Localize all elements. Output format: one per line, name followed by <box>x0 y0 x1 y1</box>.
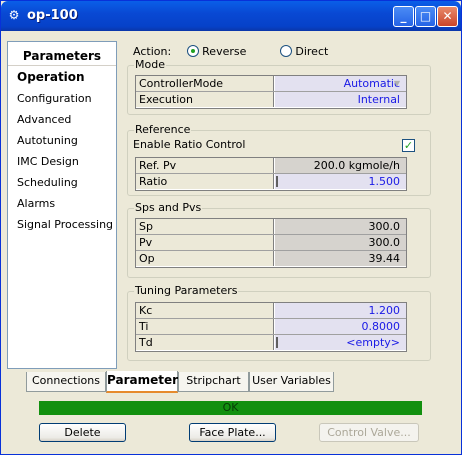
grid-row: Sp 300.0 <box>136 219 406 235</box>
sps-pvs-group: Sps and Pvs Sp 300.0 Pv 300.0 Op 39.44 <box>127 202 431 278</box>
status-bar: OK <box>39 401 422 415</box>
nav-item-imc-design[interactable]: IMC Design <box>17 153 79 171</box>
execution-value[interactable]: Internal <box>275 92 406 107</box>
ref-pv-label: Ref. Pv <box>136 158 274 173</box>
close-button[interactable]: ✕ <box>437 6 458 27</box>
radio-unchecked-icon[interactable] <box>279 45 292 57</box>
nav-item-advanced[interactable]: Advanced <box>17 111 71 129</box>
face-plate-button[interactable]: Face Plate... <box>189 423 276 442</box>
mode-grid: ControllerMode Automatic ▼ Execution Int… <box>135 75 407 109</box>
nav-item-signal-processing[interactable]: Signal Processing <box>17 216 113 234</box>
enable-ratio-label: Enable Ratio Control <box>133 138 246 151</box>
nav-item-operation[interactable]: Operation <box>17 68 85 86</box>
controller-mode-select[interactable]: Automatic ▼ <box>275 76 406 91</box>
title-bar[interactable]: ⚙ op-100 _ □ ✕ <box>1 1 461 31</box>
td-field[interactable]: <empty> <box>275 335 406 350</box>
sps-pvs-group-title: Sps and Pvs <box>134 201 203 214</box>
direct-label: Direct <box>295 45 329 58</box>
sp-label: Sp <box>136 219 274 234</box>
controller-mode-label: ControllerMode <box>136 76 274 91</box>
mode-group-title: Mode <box>134 58 166 71</box>
pv-label: Pv <box>136 235 274 250</box>
parameters-nav: Parameters Operation Configuration Advan… <box>7 41 117 369</box>
grid-row: Ti 0.8000 <box>136 319 406 335</box>
reverse-radio[interactable]: Reverse <box>186 45 250 58</box>
reference-group: Reference Enable Ratio Control ✓ Ref. Pv… <box>127 124 431 196</box>
ti-value[interactable]: 0.8000 <box>275 319 406 334</box>
ratio-label: Ratio <box>136 174 274 189</box>
op-label: Op <box>136 251 274 266</box>
maximize-button[interactable]: □ <box>415 6 436 27</box>
action-row: Action: Reverse Direct <box>133 45 328 59</box>
pv-value: 300.0 <box>275 235 406 250</box>
kc-value[interactable]: 1.200 <box>275 303 406 318</box>
tuning-grid: Kc 1.200 Ti 0.8000 Td <empty> <box>135 302 407 352</box>
direct-radio[interactable]: Direct <box>279 45 329 58</box>
edit-marker <box>276 337 278 348</box>
execution-label: Execution <box>136 92 274 107</box>
action-label: Action: <box>133 45 172 58</box>
tuning-group: Tuning Parameters Kc 1.200 Ti 0.8000 Td … <box>127 285 431 361</box>
ratio-value: 1.500 <box>368 175 401 188</box>
nav-item-autotuning[interactable]: Autotuning <box>17 132 78 150</box>
chevron-down-icon[interactable]: ▼ <box>391 77 403 90</box>
op-value: 39.44 <box>275 251 406 266</box>
kc-label: Kc <box>136 303 274 318</box>
tab-parameters[interactable]: Parameters <box>106 371 185 393</box>
reference-grid: Ref. Pv 200.0 kgmole/h Ratio 1.500 <box>135 157 407 191</box>
ratio-field[interactable]: 1.500 <box>275 174 406 189</box>
reference-group-title: Reference <box>134 123 192 136</box>
sps-grid: Sp 300.0 Pv 300.0 Op 39.44 <box>135 218 407 268</box>
grid-row: Execution Internal <box>136 92 406 108</box>
tab-stripchart[interactable]: Stripchart <box>178 372 249 392</box>
nav-item-scheduling[interactable]: Scheduling <box>17 174 78 192</box>
grid-row: Ref. Pv 200.0 kgmole/h <box>136 158 406 174</box>
reverse-label: Reverse <box>202 45 247 58</box>
window-title: op-100 <box>27 8 78 23</box>
ref-pv-value: 200.0 kgmole/h <box>275 158 406 173</box>
ti-label: Ti <box>136 319 274 334</box>
grid-row: Op 39.44 <box>136 251 406 267</box>
grid-row: ControllerMode Automatic ▼ <box>136 76 406 92</box>
property-window: ⚙ op-100 _ □ ✕ Parameters Operation Conf… <box>0 0 462 455</box>
radio-checked-icon[interactable] <box>186 45 199 57</box>
sp-value: 300.0 <box>275 219 406 234</box>
delete-button[interactable]: Delete <box>39 423 126 442</box>
grid-row: Td <empty> <box>136 335 406 351</box>
tuning-group-title: Tuning Parameters <box>134 284 239 297</box>
tab-user-variables[interactable]: User Variables <box>249 372 334 392</box>
minimize-button[interactable]: _ <box>393 6 414 27</box>
grid-row: Ratio 1.500 <box>136 174 406 190</box>
mode-group: Mode ControllerMode Automatic ▼ Executio… <box>127 59 431 115</box>
control-valve-button[interactable]: Control Valve... <box>319 423 419 442</box>
nav-item-alarms[interactable]: Alarms <box>17 195 55 213</box>
edit-marker <box>276 176 278 187</box>
enable-ratio-checkbox[interactable]: ✓ <box>402 139 415 152</box>
td-value: <empty> <box>346 336 400 349</box>
grid-row: Pv 300.0 <box>136 235 406 251</box>
nav-item-configuration[interactable]: Configuration <box>17 90 92 108</box>
td-label: Td <box>136 335 274 350</box>
tab-connections[interactable]: Connections <box>26 372 106 392</box>
grid-row: Kc 1.200 <box>136 303 406 319</box>
nav-header: Parameters <box>8 46 116 66</box>
gear-icon[interactable]: ⚙ <box>7 8 21 22</box>
